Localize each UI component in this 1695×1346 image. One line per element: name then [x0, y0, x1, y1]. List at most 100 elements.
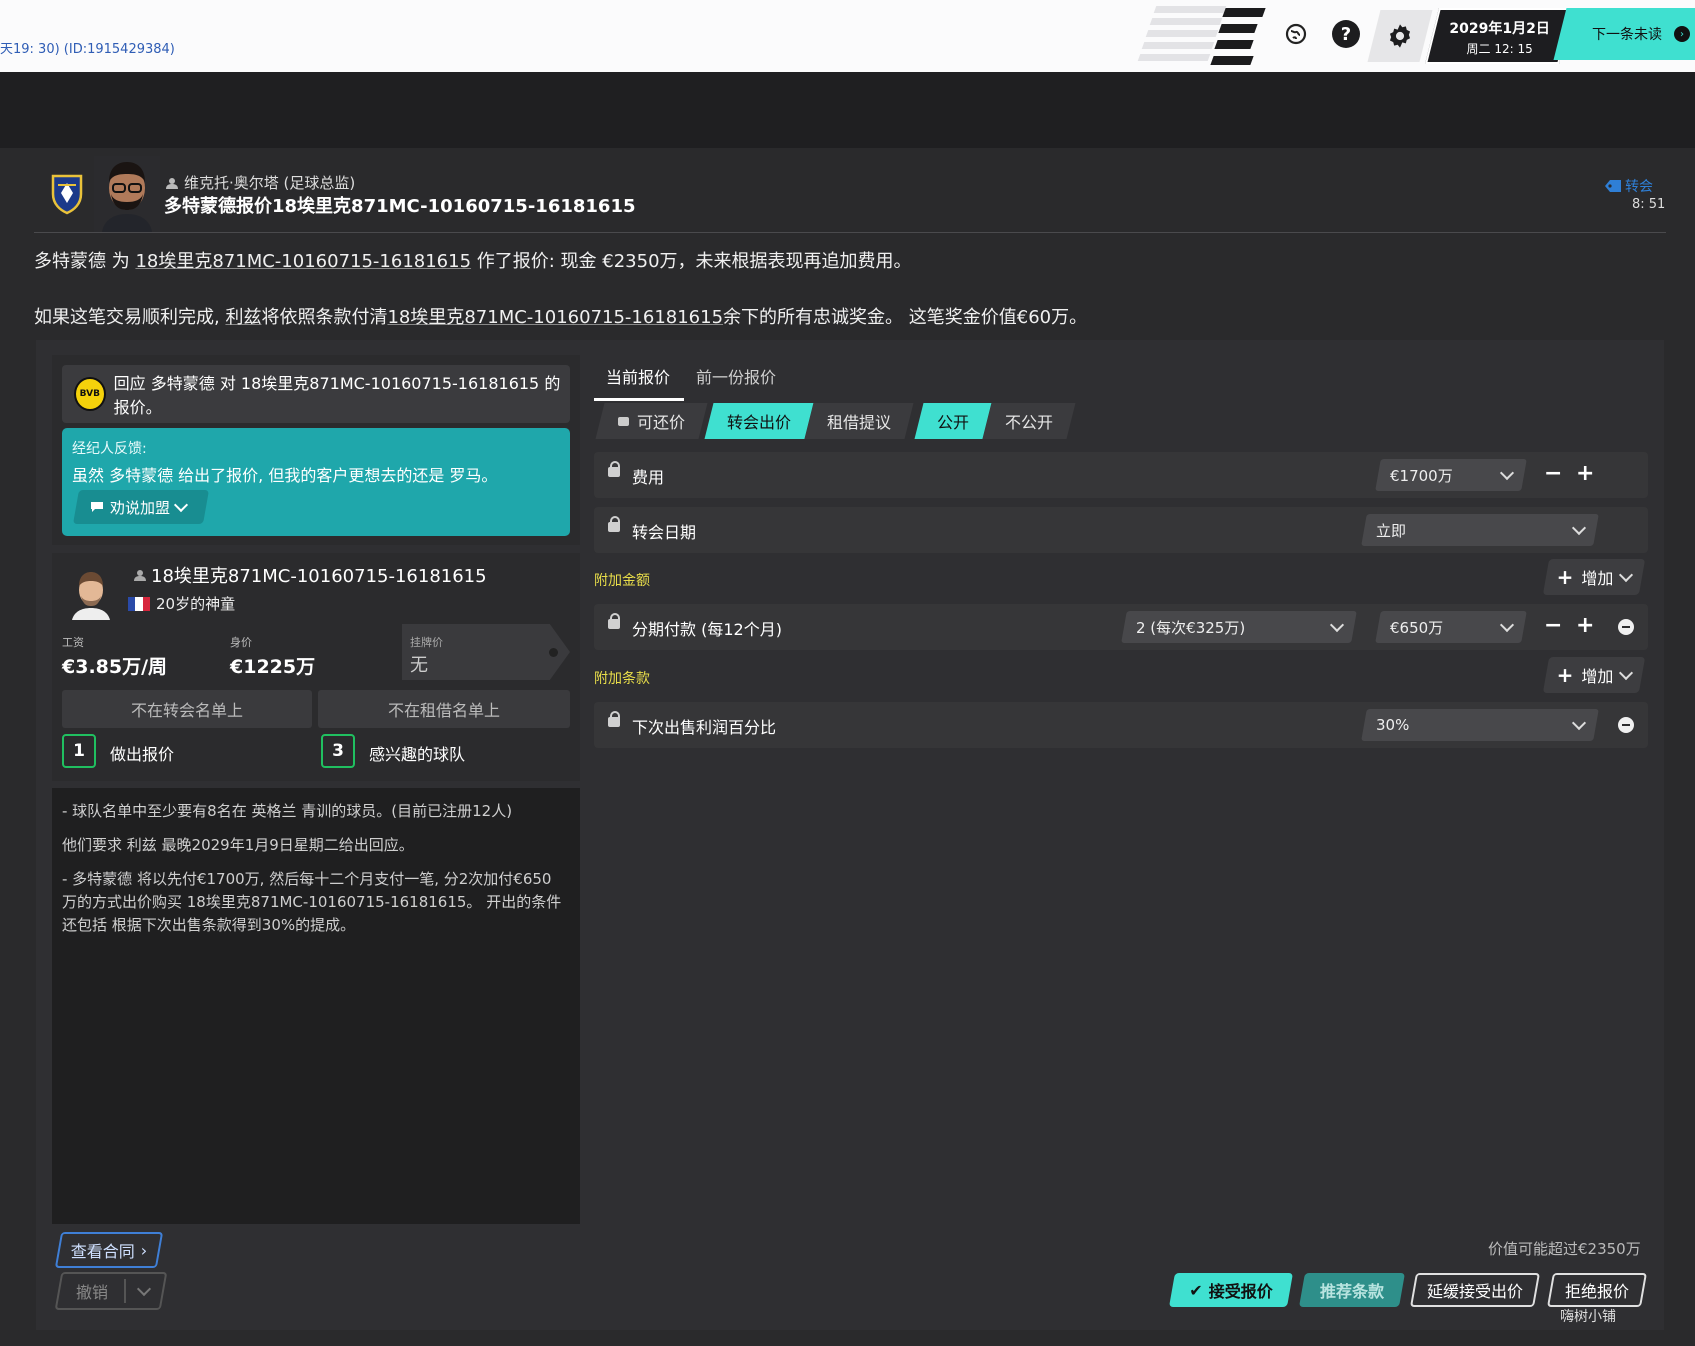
message-time: 8: 51 [1632, 197, 1666, 212]
public-label: 公开 [937, 413, 970, 432]
player-link[interactable]: 18埃里克871MC-10160715-16181615 [387, 307, 723, 328]
chevron-down-icon [1329, 617, 1345, 632]
transfer-offer-toggle[interactable]: 转会出价 [704, 403, 814, 439]
loan-offer-toggle[interactable]: 租借提议 [804, 403, 914, 439]
installment-row: 分期付款 (每12个月) 2 (每次€325万) €650万 − + [594, 604, 1648, 650]
sender-name: 维克托·奥尔塔 (足球总监) [184, 174, 356, 192]
undo-button[interactable]: 撤销 [54, 1272, 168, 1310]
chevron-right-icon: › [1674, 26, 1690, 42]
para1-text-a: 多特蒙德 为 [34, 251, 136, 272]
offer-type-toggles: 可还价 转会出价 租借提议 公开 不公开 [594, 403, 1076, 439]
chevron-down-icon [1499, 465, 1515, 480]
sell-on-select[interactable]: 30% [1361, 709, 1599, 741]
player-face[interactable] [70, 568, 112, 620]
transfer-date-select[interactable]: 立即 [1361, 514, 1599, 546]
header-band [0, 72, 1695, 148]
delay-offer-button[interactable]: 延缓接受出价 [1410, 1273, 1540, 1307]
dortmund-crest-icon: BVB [74, 377, 106, 411]
accept-offer-button[interactable]: ✔ 接受报价 [1169, 1273, 1293, 1307]
divider [34, 232, 1666, 233]
public-toggle[interactable]: 公开 [914, 403, 992, 439]
remove-installment-icon[interactable] [1618, 619, 1634, 635]
date-box[interactable]: 2029年1月2日 周二 12: 15 [1425, 8, 1573, 64]
add-addon-button[interactable]: + 增加 [1542, 559, 1646, 595]
agent-feedback: 经纪人反馈: 虽然 多特蒙德 给出了报价, 但我的客户更想去的还是 罗马。 劝说… [62, 428, 570, 536]
check-icon: ✔ [1189, 1280, 1203, 1300]
lock-icon [618, 416, 629, 426]
help-icon[interactable]: ? [1332, 20, 1360, 48]
settings-button[interactable] [1367, 10, 1433, 62]
interested-label[interactable]: 感兴趣的球队 [369, 741, 465, 765]
installment-increase-button[interactable]: + [1576, 613, 1594, 639]
message-tag[interactable]: 转会 [1605, 176, 1653, 196]
addons-section-label: 附加金额 [594, 573, 650, 589]
message-tag-label: 转会 [1625, 179, 1653, 195]
recommend-terms-label: 推荐条款 [1319, 1282, 1384, 1301]
fee-increase-button[interactable]: + [1576, 461, 1594, 487]
sell-on-row: 下次出售利润百分比 30% [594, 702, 1648, 748]
globe-icon[interactable] [1280, 18, 1312, 50]
sell-on-label: 下次出售利润百分比 [632, 718, 777, 737]
transfer-list-status-button[interactable]: 不在转会名单上 [62, 690, 312, 728]
remove-sell-on-icon[interactable] [1618, 717, 1634, 733]
installment-count-select[interactable]: 2 (每次€325万) [1121, 611, 1357, 643]
undo-dropdown[interactable] [126, 1281, 162, 1296]
delay-offer-label: 延缓接受出价 [1426, 1282, 1523, 1301]
next-unread-button[interactable]: 下一条未读 › [1553, 8, 1695, 60]
negotiable-toggle[interactable]: 可还价 [595, 403, 708, 439]
fee-select[interactable]: €1700万 [1375, 459, 1527, 491]
lock-icon [608, 516, 620, 532]
lock-icon [608, 461, 620, 477]
asking-price-label: 挂牌价 [410, 636, 443, 649]
offer-tabs: 当前报价 前一份报价 [594, 362, 790, 401]
person-icon [134, 570, 146, 581]
offers-label[interactable]: 做出报价 [110, 741, 174, 765]
respond-header: BVB 回应 多特蒙德 对 18埃里克871MC-10160715-161816… [62, 365, 570, 423]
lock-icon [608, 613, 620, 629]
wage-value: €3.85万/周 [62, 656, 168, 678]
installment-amount-select[interactable]: €650万 [1375, 611, 1527, 643]
asking-price-tag[interactable]: 挂牌价 无 [402, 624, 570, 680]
installment-decrease-button[interactable]: − [1544, 613, 1562, 639]
para1-text-b: 作了报价: 现金 €2350万，未来根据表现再追加费用。 [471, 251, 912, 272]
plus-icon: + [1556, 663, 1574, 687]
view-contract-label: 查看合同 [70, 1242, 135, 1261]
player-desc-label: 20岁的神童 [156, 595, 236, 613]
fee-decrease-button[interactable]: − [1544, 461, 1562, 487]
persuade-button[interactable]: 劝说加盟 [73, 490, 209, 524]
view-contract-button[interactable]: 查看合同 › [54, 1232, 164, 1268]
club-link[interactable]: 利兹 [225, 307, 261, 328]
reject-offer-button[interactable]: 拒绝报价 [1547, 1273, 1647, 1307]
tab-current-offer[interactable]: 当前报价 [594, 362, 685, 401]
wage-label: 工资 [62, 636, 84, 649]
sender-portrait[interactable] [94, 156, 160, 232]
breadcrumb[interactable]: 天19: 30) (ID:1915429384) [0, 38, 175, 57]
tab-previous-offer[interactable]: 前一份报价 [684, 362, 790, 401]
offers-count[interactable]: 1 [62, 734, 96, 768]
person-icon [166, 177, 178, 189]
transfer-date-label: 转会日期 [632, 523, 697, 542]
chevron-right-icon: › [140, 1240, 148, 1260]
transfer-offer-label: 转会出价 [727, 413, 792, 432]
next-unread-label: 下一条未读 [1592, 27, 1662, 43]
sell-on-value: 30% [1376, 716, 1410, 734]
installment-label: 分期付款 (每12个月) [632, 620, 782, 639]
recommend-terms-button[interactable]: 推荐条款 [1299, 1273, 1405, 1307]
player-link[interactable]: 18埃里克871MC-10160715-16181615 [135, 251, 471, 272]
private-toggle[interactable]: 不公开 [982, 403, 1076, 439]
player-name[interactable]: 18埃里克871MC-10160715-16181615 [134, 562, 487, 588]
respond-text: 回应 多特蒙德 对 18埃里克871MC-10160715-16181615 的… [113, 374, 561, 417]
loan-list-status-button[interactable]: 不在租借名单上 [318, 690, 570, 728]
sender-line[interactable]: 维克托·奥尔塔 (足球总监) [166, 172, 355, 193]
message-subject: 多特蒙德报价18埃里克871MC-10160715-16181615 [164, 196, 636, 217]
add-addon-label: 增加 [1581, 569, 1614, 588]
interested-count[interactable]: 3 [321, 734, 355, 768]
undo-label: 撤销 [60, 1279, 126, 1303]
tag-hole-icon [549, 648, 558, 657]
chevron-down-icon [1571, 715, 1587, 730]
message-paragraph-1: 多特蒙德 为 18埃里克871MC-10160715-16181615 作了报价… [34, 247, 912, 273]
fm-logo-icon [1210, 6, 1268, 68]
note-offer-summary: - 多特蒙德 将以先付€1700万, 然后每十二个月支付一笔, 分2次加付€65… [62, 870, 562, 934]
add-clause-button[interactable]: + 增加 [1542, 657, 1646, 693]
reject-offer-label: 拒绝报价 [1564, 1282, 1629, 1301]
